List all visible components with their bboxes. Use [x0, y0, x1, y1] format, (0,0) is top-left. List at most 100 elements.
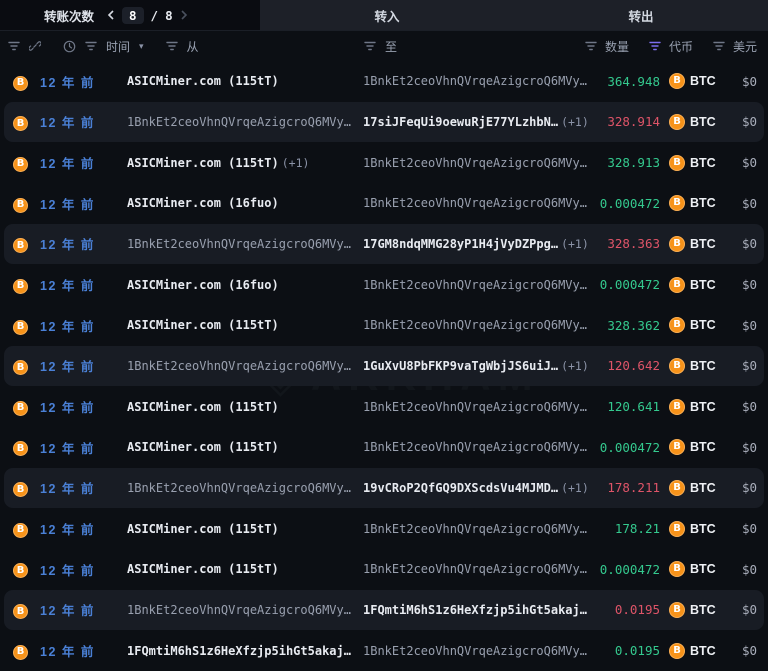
table-row[interactable]: B 12 年 前 ASICMiner.com (16fuo) 1BnkEt2ce… [0, 183, 768, 224]
row-from-address[interactable]: 1BnkEt2ceoVhnQVrqeAzigcroQ6MVy… [127, 479, 363, 497]
row-to-address[interactable]: 1BnkEt2ceoVhnQVrqeAzigcroQ6MVy… [363, 276, 591, 294]
row-token[interactable]: B BTC [660, 601, 718, 618]
filter-icon-active[interactable] [649, 41, 661, 51]
table-row[interactable]: B 12 年 前 ASICMiner.com (115tT) (+1) 1BnkE… [0, 142, 768, 183]
row-to-address[interactable]: 1FQmtiM6hS1z6HeXfzjp5ihGt5akaj… [363, 601, 591, 619]
row-to-address[interactable]: 1BnkEt2ceoVhnQVrqeAzigcroQ6MVy… [363, 642, 591, 660]
row-token[interactable]: B BTC [660, 276, 718, 293]
table-row[interactable]: B 12 年 前 1BnkEt2ceoVhnQVrqeAzigcroQ6MVy…… [4, 101, 764, 143]
row-time[interactable]: 12 年 前 [40, 641, 127, 660]
table-row[interactable]: B 12 年 前 ASICMiner.com (115tT) 1BnkEt2ce… [0, 508, 768, 549]
row-to-address[interactable]: 1BnkEt2ceoVhnQVrqeAzigcroQ6MVy… [363, 520, 591, 538]
table-row[interactable]: B 12 年 前 1BnkEt2ceoVhnQVrqeAzigcroQ6MVy…… [4, 223, 764, 265]
table-row[interactable]: B 12 年 前 1BnkEt2ceoVhnQVrqeAzigcroQ6MVy…… [4, 589, 764, 631]
row-time[interactable]: 12 年 前 [40, 153, 127, 172]
row-to-address[interactable]: 17GM8ndqMMG28yP1H4jVyDZPpg… (+1) [363, 235, 591, 253]
row-token[interactable]: B BTC [660, 73, 718, 90]
row-to-address[interactable]: 17siJFeqUi9oewuRjE77YLzhbN… (+1) [363, 113, 591, 131]
row-from-address[interactable]: 1BnkEt2ceoVhnQVrqeAzigcroQ6MVy… [127, 113, 363, 131]
row-token[interactable]: B BTC [660, 235, 718, 252]
table-row[interactable]: B 12 年 前 ASICMiner.com (115tT) 1BnkEt2ce… [0, 549, 768, 590]
row-time[interactable]: 12 年 前 [40, 234, 127, 253]
bitcoin-chain-icon: B [13, 604, 28, 620]
row-token[interactable]: B BTC [660, 154, 718, 171]
filter-icon[interactable] [364, 41, 376, 51]
row-time[interactable]: 12 年 前 [40, 560, 127, 579]
table-row[interactable]: B 12 年 前 ASICMiner.com (115tT) 1BnkEt2ce… [0, 386, 768, 427]
row-time[interactable]: 12 年 前 [40, 72, 127, 91]
tab-transfers-in[interactable]: 转入 [260, 0, 514, 30]
table-row[interactable]: B 12 年 前 1BnkEt2ceoVhnQVrqeAzigcroQ6MVy…… [4, 467, 764, 509]
row-from-address[interactable]: ASICMiner.com (16fuo) [127, 276, 363, 294]
row-from-address[interactable]: ASICMiner.com (115tT) [127, 316, 363, 334]
row-to-address[interactable]: 1BnkEt2ceoVhnQVrqeAzigcroQ6MVy… [363, 194, 591, 212]
row-to-address[interactable]: 19vCRoP2QfGQ9DXScdsVu4MJMD… (+1) [363, 479, 591, 497]
row-from-address[interactable]: 1BnkEt2ceoVhnQVrqeAzigcroQ6MVy… [127, 235, 363, 253]
column-header-from[interactable]: 从 [187, 38, 199, 55]
row-token[interactable]: B BTC [660, 195, 718, 212]
table-row[interactable]: B 12 年 前 ASICMiner.com (115tT) 1BnkEt2ce… [0, 427, 768, 468]
row-from-address[interactable]: 1FQmtiM6hS1z6HeXfzjp5ihGt5akaj… [127, 642, 363, 660]
row-usd-value: $0 [741, 358, 757, 374]
row-token[interactable]: B BTC [660, 398, 718, 415]
row-time[interactable]: 12 年 前 [40, 600, 127, 619]
row-to-address[interactable]: 1BnkEt2ceoVhnQVrqeAzigcroQ6MVy… [363, 438, 591, 456]
row-from-address[interactable]: ASICMiner.com (115tT) [127, 520, 363, 538]
row-token[interactable]: B BTC [660, 520, 718, 537]
row-from-address[interactable]: 1BnkEt2ceoVhnQVrqeAzigcroQ6MVy… [127, 357, 363, 375]
row-time[interactable]: 12 年 前 [40, 438, 127, 457]
row-token[interactable]: B BTC [660, 479, 718, 496]
row-time[interactable]: 12 年 前 [40, 478, 127, 497]
row-to-address[interactable]: 1BnkEt2ceoVhnQVrqeAzigcroQ6MVy… [363, 316, 591, 334]
row-token[interactable]: B BTC [660, 113, 718, 130]
row-time[interactable]: 12 年 前 [40, 316, 127, 335]
filter-icon[interactable] [85, 41, 97, 51]
row-to-address[interactable]: 1GuXvU8PbFKP9vaTgWbjJS6uiJ… (+1) [363, 357, 591, 375]
chevron-down-icon[interactable]: ▾ [139, 41, 144, 51]
row-to-address[interactable]: 1BnkEt2ceoVhnQVrqeAzigcroQ6MVy… [363, 154, 591, 172]
tab-transfers-out[interactable]: 转出 [514, 0, 768, 30]
row-from-address[interactable]: ASICMiner.com (16fuo) [127, 194, 363, 212]
filter-icon[interactable] [8, 41, 20, 51]
row-token[interactable]: B BTC [660, 642, 718, 659]
filter-icon[interactable] [713, 41, 725, 51]
row-from-address[interactable]: ASICMiner.com (115tT) (+1) [127, 154, 363, 172]
filter-icon[interactable] [165, 41, 178, 51]
row-from-address[interactable]: ASICMiner.com (115tT) [127, 72, 363, 90]
row-time[interactable]: 12 年 前 [40, 275, 127, 294]
next-page-icon[interactable] [180, 10, 188, 20]
column-header-to[interactable]: 至 [385, 38, 397, 55]
prev-page-icon[interactable] [107, 10, 115, 20]
row-time[interactable]: 12 年 前 [40, 519, 127, 538]
row-token[interactable]: B BTC [660, 561, 718, 578]
column-header-usd[interactable]: 美元 [733, 38, 757, 55]
column-header-amount[interactable]: 数量 [605, 38, 629, 55]
row-time[interactable]: 12 年 前 [40, 194, 127, 213]
table-row[interactable]: B 12 年 前 ASICMiner.com (115tT) 1BnkEt2ce… [0, 61, 768, 102]
token-label: BTC [690, 236, 716, 251]
row-from-address[interactable]: ASICMiner.com (115tT) [127, 398, 363, 416]
row-to-address[interactable]: 1BnkEt2ceoVhnQVrqeAzigcroQ6MVy… [363, 72, 591, 90]
row-from-address[interactable]: ASICMiner.com (115tT) [127, 560, 363, 578]
row-token[interactable]: B BTC [660, 439, 718, 456]
row-token[interactable]: B BTC [660, 357, 718, 374]
row-time[interactable]: 12 年 前 [40, 356, 127, 375]
table-row[interactable]: B 12 年 前 ASICMiner.com (16fuo) 1BnkEt2ce… [0, 264, 768, 305]
current-page[interactable]: 8 [122, 6, 144, 24]
row-to-address[interactable]: 1BnkEt2ceoVhnQVrqeAzigcroQ6MVy… [363, 560, 591, 578]
table-row[interactable]: B 12 年 前 ASICMiner.com (115tT) 1BnkEt2ce… [0, 305, 768, 346]
filter-icon[interactable] [585, 41, 597, 51]
column-header-token[interactable]: 代币 [669, 38, 693, 55]
column-header-time[interactable]: 时间 [106, 38, 130, 55]
row-amount: 0.000472 [599, 277, 660, 293]
row-to-address[interactable]: 1BnkEt2ceoVhnQVrqeAzigcroQ6MVy… [363, 398, 591, 416]
link-icon[interactable] [29, 40, 41, 52]
row-time[interactable]: 12 年 前 [40, 397, 127, 416]
row-token[interactable]: B BTC [660, 317, 718, 334]
clock-icon[interactable] [63, 40, 76, 53]
table-row[interactable]: B 12 年 前 1FQmtiM6hS1z6HeXfzjp5ihGt5akaj…… [0, 630, 768, 671]
table-row[interactable]: B 12 年 前 1BnkEt2ceoVhnQVrqeAzigcroQ6MVy…… [4, 345, 764, 387]
row-from-address[interactable]: 1BnkEt2ceoVhnQVrqeAzigcroQ6MVy… [127, 601, 363, 619]
row-from-address[interactable]: ASICMiner.com (115tT) [127, 438, 363, 456]
row-time[interactable]: 12 年 前 [40, 112, 127, 131]
